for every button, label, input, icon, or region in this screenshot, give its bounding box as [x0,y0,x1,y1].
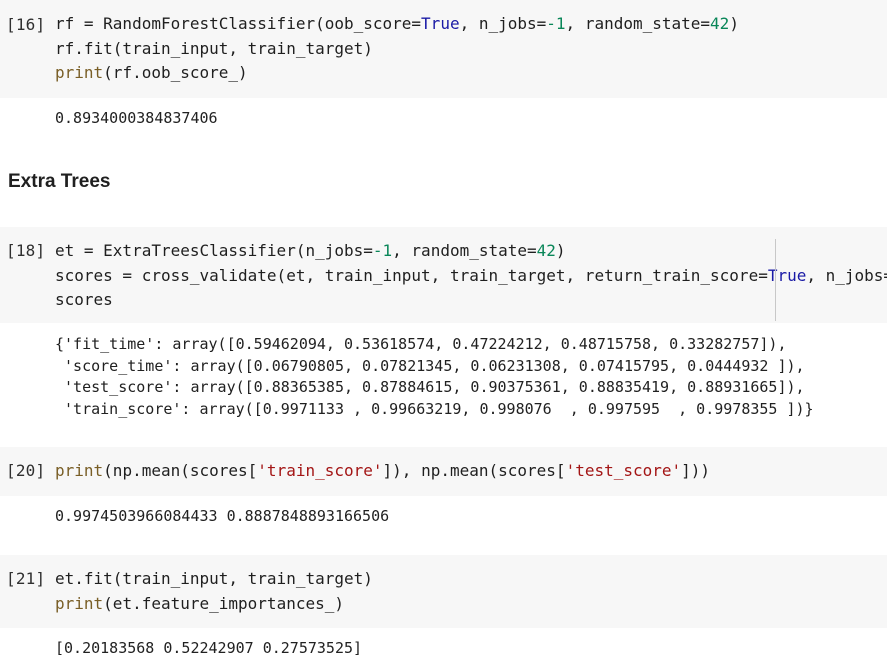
code-editor[interactable]: et.fit(train_input, train_target) print(e… [55,567,373,616]
execution-count: [20] [6,461,46,480]
markdown-heading: Extra Trees [8,171,111,192]
code-line[interactable]: et = ExtraTreesClassifier(n_jobs=-1, ran… [55,239,887,264]
code-token: et.fit(train_input, train_target) [55,569,373,588]
code-token: scores = cross_validate(et, train_input,… [55,265,768,285]
code-token: ]), np.mean(scores[ [382,461,566,480]
code-token: True [421,14,460,33]
cell-output: [0.20183568 0.52242907 0.27573525] [55,638,362,660]
code-editor[interactable]: print(np.mean(scores['train_score']), np… [55,459,710,484]
output-line: 'train_score': array([0.9971133 , 0.9966… [55,399,814,418]
code-token: , n_jobs= [459,14,547,33]
code-line[interactable]: print(np.mean(scores['train_score']), np… [55,459,710,484]
code-line[interactable]: rf.fit(train_input, train_target) [55,37,739,62]
code-token: -1 [546,14,566,33]
execution-count: [18] [6,241,46,260]
code-token: rf.fit(train_input, train_target) [55,38,373,58]
code-line[interactable]: print(rf.oob_score_) [55,61,739,86]
code-token: 42 [536,241,556,260]
cell-output: 0.9974503966084433 0.8887848893166506 [55,506,389,528]
cell-output: {'fit_time': array([0.59462094, 0.536185… [55,334,814,420]
code-token: 42 [710,14,730,33]
execution-count: [21] [6,569,46,588]
cell-output: 0.8934000384837406 [55,108,218,130]
code-token: (rf.oob_score_) [103,63,248,82]
editor-ruler [775,239,776,321]
code-token: 'test_score' [565,461,682,480]
code-line[interactable]: scores = cross_validate(et, train_input,… [55,264,887,289]
code-token: , n_jobs= [806,265,887,285]
code-line[interactable]: print(et.feature_importances_) [55,592,373,617]
code-token: rf = RandomForestClassifier(oob_score= [55,14,422,33]
code-line[interactable]: rf = RandomForestClassifier(oob_score=Tr… [55,12,739,37]
code-token: print [55,63,104,82]
code-token: et = ExtraTreesClassifier(n_jobs= [55,241,373,260]
code-token: (et.feature_importances_) [103,593,344,613]
execution-count: [16] [6,15,46,34]
code-line[interactable]: et.fit(train_input, train_target) [55,567,373,592]
code-token: print [55,461,104,480]
code-editor[interactable]: rf = RandomForestClassifier(oob_score=Tr… [55,12,739,86]
code-token: print [55,593,104,613]
code-token: scores [55,290,113,309]
code-cell-16[interactable]: [16] rf = RandomForestClassifier(oob_sco… [0,0,887,98]
output-line: 0.9974503966084433 0.8887848893166506 [55,507,390,525]
code-cell-18[interactable]: [18] et = ExtraTreesClassifier(n_jobs=-1… [0,227,887,323]
code-editor[interactable]: et = ExtraTreesClassifier(n_jobs=-1, ran… [55,239,887,313]
code-token: (np.mean(scores[ [103,461,258,480]
code-cell-21[interactable]: [21] et.fit(train_input, train_target)pr… [0,555,887,628]
code-token: -1 [372,241,393,260]
code-token: , random_state= [565,14,711,33]
code-token: ) [555,241,566,260]
output-line: 'score_time': array([0.06790805, 0.07821… [55,356,805,375]
code-cell-20[interactable]: [20] print(np.mean(scores['train_score']… [0,447,887,496]
code-token: 'train_score' [257,461,383,480]
code-token: True [767,265,807,285]
code-line[interactable]: scores [55,288,887,313]
output-line: 'test_score': array([0.88365385, 0.87884… [55,378,805,396]
code-token: , random_state= [392,241,537,260]
code-token: ) [729,14,739,33]
code-token: ])) [681,461,711,480]
output-line: [0.20183568 0.52242907 0.27573525] [55,639,363,657]
output-line: 0.8934000384837406 [55,109,218,127]
output-line: {'fit_time': array([0.59462094, 0.536185… [55,335,787,353]
